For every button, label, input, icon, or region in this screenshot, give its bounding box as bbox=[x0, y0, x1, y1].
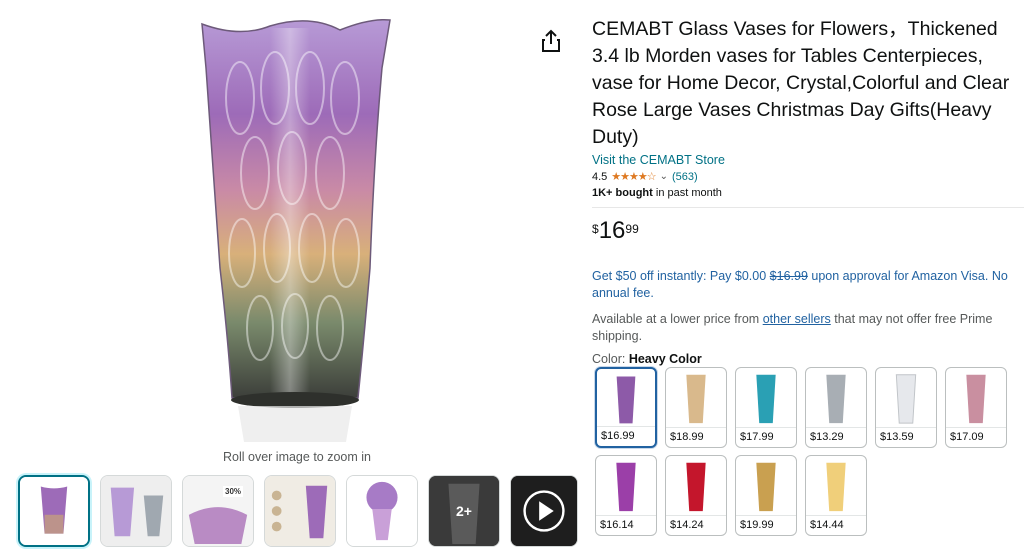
visa-promo[interactable]: Get $50 off instantly: Pay $0.00 $16.99 … bbox=[592, 268, 1012, 302]
promo-strike-price: $16.99 bbox=[769, 269, 808, 283]
store-link[interactable]: Visit the CEMABT Store bbox=[592, 153, 1012, 167]
swatch-price: $13.29 bbox=[806, 427, 866, 447]
thumbnail-strip: 30% 2+ bbox=[18, 475, 578, 547]
swatch-vase-image bbox=[826, 374, 846, 424]
bought-strong: 1K+ bought bbox=[592, 187, 653, 199]
price: $ 16 99 bbox=[592, 218, 1012, 244]
divider bbox=[592, 207, 1024, 208]
share-icon[interactable] bbox=[538, 28, 564, 54]
swatch-vase-image bbox=[895, 374, 917, 424]
price-fraction: 99 bbox=[625, 222, 639, 236]
swatch-9[interactable]: $19.99 bbox=[735, 455, 797, 536]
thumbnail-6[interactable]: 2+ bbox=[428, 475, 500, 547]
swatch-price: $14.44 bbox=[806, 515, 866, 535]
swatch-vase-image bbox=[756, 374, 776, 424]
swatch-vase-image bbox=[826, 462, 846, 512]
vase-image bbox=[201, 18, 391, 442]
swatch-vase-image bbox=[686, 374, 706, 424]
rating-value: 4.5 bbox=[592, 170, 608, 183]
swatch-price: $17.99 bbox=[736, 427, 796, 447]
swatch-1[interactable]: $16.99 bbox=[595, 367, 657, 448]
color-swatches: $16.99 $18.99 $17.99 $13.29 $13.59 $17.0… bbox=[595, 367, 1020, 539]
swatch-7[interactable]: $16.14 bbox=[595, 455, 657, 536]
swatch-price: $14.24 bbox=[666, 515, 726, 535]
product-info: CEMABT Glass Vases for Flowers，Thickened… bbox=[592, 16, 1024, 366]
avail-prefix: Available at a lower price from bbox=[592, 312, 763, 326]
swatch-2[interactable]: $18.99 bbox=[665, 367, 727, 448]
star-rating-icon[interactable]: ★★★★☆ bbox=[611, 170, 656, 183]
swatch-vase-image bbox=[686, 462, 706, 512]
swatch-vase-image bbox=[616, 462, 636, 512]
zoom-hint: Roll over image to zoom in bbox=[223, 450, 371, 464]
swatch-8[interactable]: $14.24 bbox=[665, 455, 727, 536]
swatch-10[interactable]: $14.44 bbox=[805, 455, 867, 536]
product-title: CEMABT Glass Vases for Flowers，Thickened… bbox=[592, 18, 1010, 148]
chevron-down-icon[interactable]: ⌄ bbox=[660, 171, 668, 182]
swatch-4[interactable]: $13.29 bbox=[805, 367, 867, 448]
thickness-tag: 30% bbox=[223, 486, 244, 497]
more-images-label: 2+ bbox=[456, 503, 472, 519]
swatch-vase-image bbox=[616, 376, 636, 424]
swatch-price: $18.99 bbox=[666, 427, 726, 447]
swatch-price: $19.99 bbox=[736, 515, 796, 535]
other-sellers-link[interactable]: other sellers bbox=[763, 312, 831, 326]
swatch-price: $16.99 bbox=[597, 426, 655, 446]
bought-count: 1K+ bought in past month bbox=[592, 187, 1012, 199]
video-thumbnail[interactable] bbox=[510, 475, 578, 547]
price-symbol: $ bbox=[592, 222, 599, 236]
availability-note: Available at a lower price from other se… bbox=[592, 311, 1012, 345]
thumbnail-3[interactable]: 30% bbox=[182, 475, 254, 547]
swatch-5[interactable]: $13.59 bbox=[875, 367, 937, 448]
main-product-image[interactable] bbox=[150, 8, 450, 448]
swatch-vase-image bbox=[756, 462, 776, 512]
thumbnail-1[interactable] bbox=[18, 475, 90, 547]
swatch-vase-image bbox=[966, 374, 986, 424]
bought-rest: in past month bbox=[652, 187, 722, 199]
price-whole: 16 bbox=[598, 217, 626, 244]
swatch-price: $16.14 bbox=[596, 515, 656, 535]
color-label: Color: bbox=[592, 352, 629, 366]
swatch-3[interactable]: $17.99 bbox=[735, 367, 797, 448]
rating-row: 4.5 ★★★★☆ ⌄ (563) bbox=[592, 170, 1012, 184]
swatch-price: $13.59 bbox=[876, 427, 936, 447]
color-selected-value: Heavy Color bbox=[628, 352, 702, 366]
thumbnail-2[interactable] bbox=[100, 475, 172, 547]
review-count-link[interactable]: (563) bbox=[672, 171, 698, 183]
color-selection-label: Color: Heavy Color bbox=[592, 352, 1012, 366]
swatch-price: $17.09 bbox=[946, 427, 1006, 447]
thumbnail-5[interactable] bbox=[346, 475, 418, 547]
thumbnail-4[interactable] bbox=[264, 475, 336, 547]
swatch-6[interactable]: $17.09 bbox=[945, 367, 1007, 448]
promo-prefix: Get $50 off instantly: Pay $0.00 bbox=[592, 269, 770, 283]
